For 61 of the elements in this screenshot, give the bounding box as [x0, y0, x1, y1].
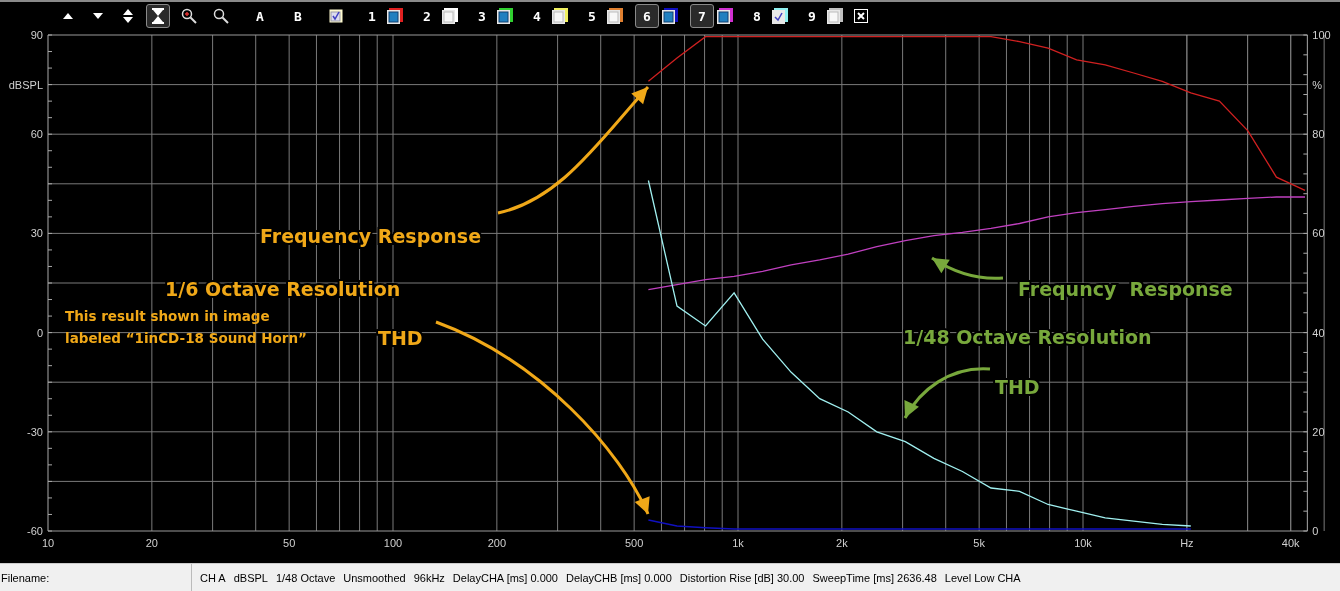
status-field: CH A [200, 571, 226, 584]
status-field: dBSPL [233, 571, 268, 584]
x-tick-label: 200 [487, 537, 507, 549]
status-field: DelayCHA [ms] 0.000 [452, 571, 558, 584]
x-tick-label: 2k [836, 537, 848, 549]
window-swatch-icon[interactable] [662, 8, 678, 24]
window-swatch-icon[interactable] [827, 8, 843, 24]
window-swatch-icon[interactable] [497, 8, 513, 24]
close-icon [854, 9, 868, 23]
hourglass-icon [151, 8, 165, 24]
x-tick-label: 20 [145, 537, 158, 549]
x-tick-label: 10k [1074, 537, 1092, 549]
window-swatch-icon[interactable] [717, 8, 733, 24]
checkbox-icon [329, 9, 343, 23]
y2-tick-label: 40 [1312, 326, 1325, 339]
x-tick-label: Hz [1180, 537, 1194, 549]
up-triangle-icon [62, 11, 74, 21]
y-tick-label: -30 [27, 425, 43, 438]
window-swatch-icon[interactable] [607, 8, 623, 24]
filename-label: Filename: [0, 564, 192, 591]
x-tick-label: 500 [624, 537, 644, 549]
window-swatch-icon[interactable] [552, 8, 568, 24]
zoom-in-icon [181, 8, 197, 24]
y-tick-label: 90 [30, 30, 43, 41]
window-swatch-icon[interactable] [387, 8, 403, 24]
x-tick-label: 100 [383, 537, 403, 549]
y2-axis-label: % [1312, 78, 1323, 91]
status-field: Level Low CHA [944, 571, 1021, 584]
y-axis-label: dBSPL [8, 78, 43, 91]
window-swatch-icon[interactable] [442, 8, 458, 24]
y2-tick-label: 60 [1312, 227, 1325, 240]
y-tick-label: 0 [36, 326, 43, 339]
trace-number-button[interactable]: 7 [690, 4, 714, 28]
annotation-note: This result shown in image labeled “1inCD-18 Sound Horn” [65, 307, 308, 348]
up-down-arrows-icon [122, 8, 134, 24]
y-tick-label: 30 [30, 227, 43, 240]
checked-swatch-icon[interactable] [772, 8, 788, 24]
annotation-text: Frequency Response [260, 225, 482, 247]
x-tick-label: 40k [1281, 537, 1300, 549]
annotation-text: 1/6 Octave Resolution [165, 278, 401, 300]
trace-number-button[interactable]: 6 [635, 4, 659, 28]
x-tick-label: 50 [283, 537, 296, 549]
y-tick-label: -60 [27, 525, 43, 537]
annotation-text: THD [378, 327, 423, 349]
y-tick-label: 60 [30, 128, 43, 141]
down-triangle-icon [92, 11, 104, 21]
status-field: DelayCHB [ms] 0.000 [566, 571, 672, 584]
status-field: 96kHz [413, 571, 445, 584]
fit-button[interactable] [146, 4, 170, 28]
x-tick-label: 10 [41, 537, 55, 549]
x-tick-label: 5k [973, 537, 985, 549]
status-field: 1/48 Octave [275, 571, 336, 584]
y2-tick-label: 20 [1312, 425, 1325, 438]
search-icon [213, 8, 229, 24]
y2-tick-label: 0 [1312, 525, 1319, 537]
x-tick-label: 1k [732, 537, 744, 549]
status-field: Distortion Rise [dB] 30.00 [679, 571, 805, 584]
status-field: Unsmoothed [343, 571, 406, 584]
status-field: SweepTime [ms] 2636.48 [812, 571, 937, 584]
y2-tick-label: 80 [1312, 128, 1325, 141]
y2-tick-label: 100 [1312, 30, 1331, 41]
